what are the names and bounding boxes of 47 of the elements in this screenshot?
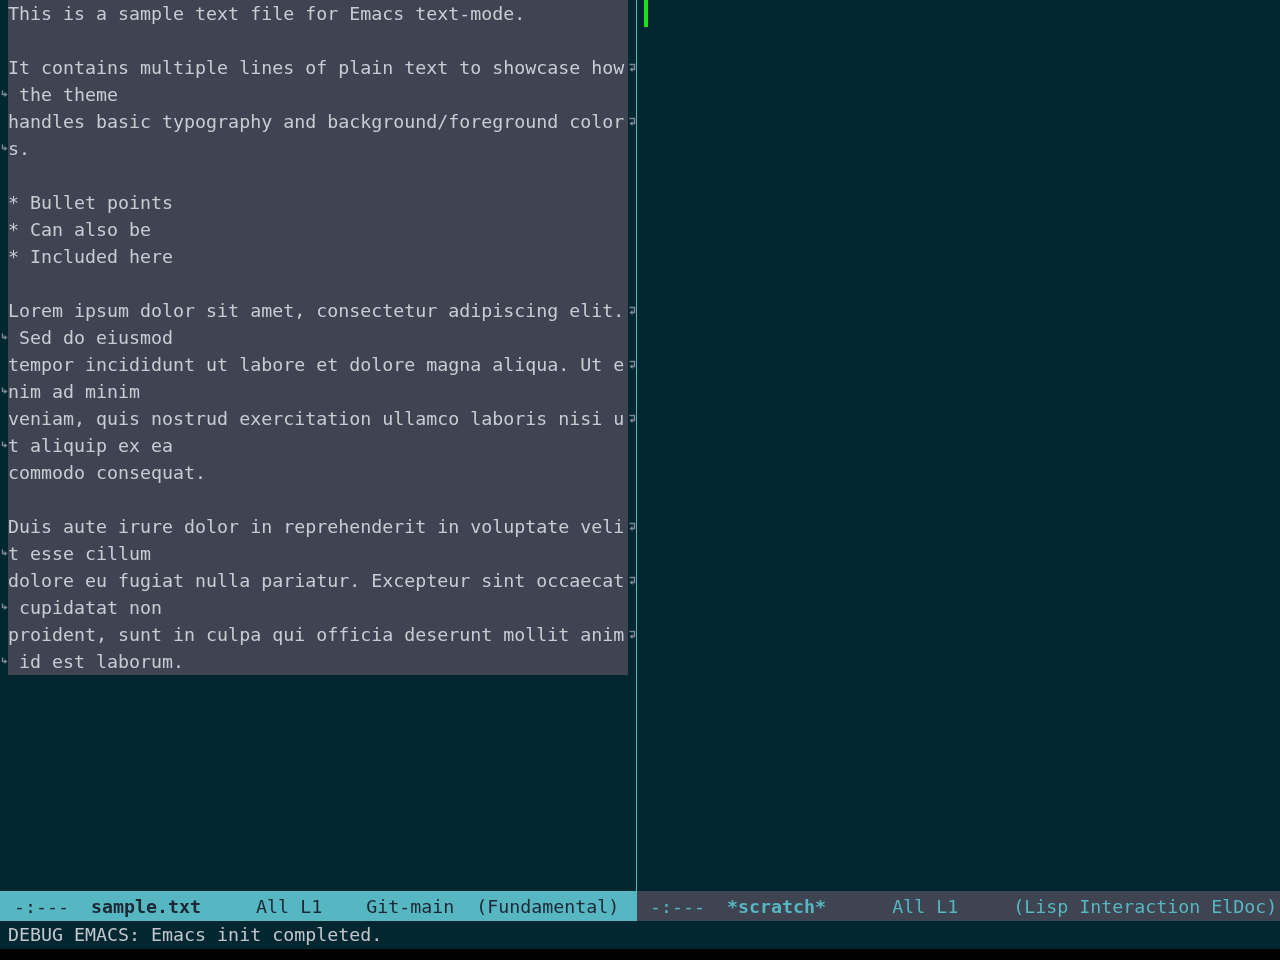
- text-line: commodo consequat.: [8, 461, 207, 485]
- curved-arrow-icon: [0, 657, 8, 666]
- text-line: proident, sunt in culpa qui officia deserunt mollit anim: [8, 623, 625, 647]
- text-line: nim ad minim: [8, 380, 141, 404]
- text-line: tempor incididunt ut labore et dolore magna aliqua. Ut e: [8, 353, 625, 377]
- curved-arrow-icon: [628, 414, 636, 423]
- text-line: id est laborum.: [18, 650, 185, 674]
- curved-arrow-icon: [628, 360, 636, 369]
- curved-arrow-icon: [628, 306, 636, 315]
- major-mode: (Fundamental): [476, 895, 620, 917]
- buffer-name: sample.txt: [91, 895, 202, 917]
- text-line: * Can also be: [8, 218, 152, 242]
- curved-arrow-icon: [0, 90, 8, 99]
- curved-arrow-icon: [0, 603, 8, 612]
- curved-arrow-icon: [628, 63, 636, 72]
- text-line: * Bullet points: [8, 191, 174, 215]
- text-line: the theme: [18, 83, 119, 107]
- major-mode: (Lisp Interaction ElDoc): [1013, 895, 1278, 917]
- curved-arrow-icon: [0, 441, 8, 450]
- text-line: This is a sample text file for Emacs text-mode.: [8, 2, 526, 26]
- vc-branch: Git-main: [366, 895, 455, 917]
- echo-area-message: DEBUG EMACS: Emacs init completed.: [8, 923, 383, 947]
- curved-arrow-icon: [628, 117, 636, 126]
- text-line: Sed do eiusmod: [18, 326, 174, 350]
- buffer-name: *scratch*: [727, 895, 827, 917]
- text-line: s.: [8, 137, 30, 161]
- text-line: Lorem ipsum dolor sit amet, consectetur adipiscing elit.: [8, 299, 625, 323]
- text-line: cupidatat non: [18, 596, 163, 620]
- curved-arrow-icon: [0, 333, 8, 342]
- curved-arrow-icon: [0, 387, 8, 396]
- modified-status: -:---: [650, 895, 706, 917]
- text-line: t aliquip ex ea: [8, 434, 174, 458]
- curved-arrow-icon: [628, 630, 636, 639]
- text-line: t esse cillum: [8, 542, 152, 566]
- text-line: handles basic typography and background/foreground color: [8, 110, 625, 134]
- curved-arrow-icon: [0, 549, 8, 558]
- curved-arrow-icon: [628, 522, 636, 531]
- curved-arrow-icon: [628, 576, 636, 585]
- curved-arrow-icon: [0, 144, 8, 153]
- cursor-position: All L1: [256, 895, 323, 917]
- cursor-position: All L1: [892, 895, 959, 917]
- text-line: dolore eu fugiat nulla pariatur. Excepteur sint occaecat: [8, 569, 625, 593]
- text-line: * Included here: [8, 245, 174, 269]
- text-line: Duis aute irure dolor in reprehenderit in voluptate veli: [8, 515, 625, 539]
- modified-status: -:---: [14, 895, 70, 917]
- text-line: veniam, quis nostrud exercitation ullamco laboris nisi u: [8, 407, 625, 431]
- text-line: It contains multiple lines of plain text to showcase how: [8, 56, 625, 80]
